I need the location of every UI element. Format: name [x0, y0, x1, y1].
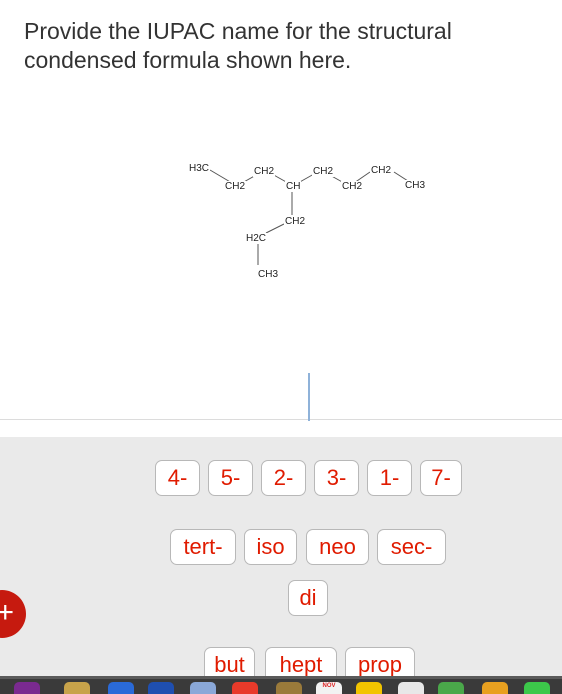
atom-ch3: CH3: [257, 269, 280, 280]
app-icon[interactable]: [232, 682, 258, 694]
maps-icon[interactable]: [438, 682, 464, 694]
atom-ch2: CH2: [284, 216, 307, 227]
answer-area[interactable]: [0, 355, 562, 421]
tile-iso[interactable]: iso: [244, 529, 297, 565]
tile-7[interactable]: 7-: [420, 460, 462, 496]
tile-3[interactable]: 3-: [314, 460, 359, 496]
calendar-icon[interactable]: NOV: [316, 682, 342, 694]
contacts-icon[interactable]: [276, 682, 302, 694]
tile-4[interactable]: 4-: [155, 460, 200, 496]
atom-ch2: CH2: [253, 166, 276, 177]
messages-icon[interactable]: [524, 682, 550, 694]
atom-ch3: CH3: [404, 180, 427, 191]
atom-ch2: CH2: [341, 181, 364, 192]
tile-tert[interactable]: tert-: [170, 529, 236, 565]
mail-icon[interactable]: [108, 682, 134, 694]
atom-ch2: CH2: [224, 181, 247, 192]
notes-icon[interactable]: [356, 682, 382, 694]
text-cursor: [308, 373, 310, 421]
tile-5[interactable]: 5-: [208, 460, 253, 496]
atom-h2c: H2C: [245, 233, 268, 244]
structural-formula: H3C CH2 CH2 CH CH2 CH2 CH2 CH3 CH2 H2C C…: [0, 150, 562, 290]
chrome-icon[interactable]: [14, 682, 40, 694]
finder-icon[interactable]: [148, 682, 174, 694]
atom-h3c: H3C: [188, 163, 211, 174]
reminders-icon[interactable]: [398, 682, 424, 694]
tile-bank: 4- 5- 2- 3- 1- 7- tert- iso neo sec- di …: [0, 437, 562, 683]
tile-sec[interactable]: sec-: [377, 529, 446, 565]
taskbar-edge: [0, 676, 562, 679]
safari-icon[interactable]: [190, 682, 216, 694]
question-text: Provide the IUPAC name for the structura…: [24, 18, 452, 73]
tile-neo[interactable]: neo: [306, 529, 369, 565]
atom-ch2: CH2: [312, 166, 335, 177]
launchpad-icon[interactable]: [64, 682, 90, 694]
atom-ch: CH: [285, 181, 302, 192]
bond-lines: [209, 169, 409, 265]
tile-di[interactable]: di: [288, 580, 328, 616]
atom-ch2: CH2: [370, 165, 393, 176]
tile-2[interactable]: 2-: [261, 460, 306, 496]
taskbar: NOV: [0, 676, 562, 694]
tile-1[interactable]: 1-: [367, 460, 412, 496]
photos-icon[interactable]: [482, 682, 508, 694]
